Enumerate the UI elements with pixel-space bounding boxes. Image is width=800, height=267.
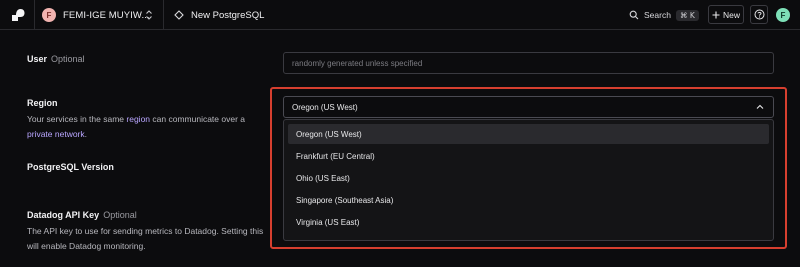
region-option[interactable]: Singapore (Southeast Asia) — [288, 190, 769, 210]
user-label-text: User — [27, 54, 48, 64]
private-network-link[interactable]: private network — [27, 129, 85, 139]
workspace-switcher[interactable]: F FEMI-IGE MUYIW... — [42, 0, 150, 30]
breadcrumb: New PostgreSQL — [174, 0, 264, 30]
datadog-label-text: Datadog API Key — [27, 210, 100, 220]
search-label: Search — [644, 10, 671, 20]
divider — [163, 0, 164, 30]
region-option[interactable]: Ohio (US East) — [288, 168, 769, 188]
chevron-up-icon — [756, 104, 764, 109]
region-help-text: Your services in the same region can com… — [27, 112, 277, 142]
help-button[interactable] — [750, 5, 768, 24]
region-select[interactable]: Oregon (US West) — [283, 96, 774, 118]
user-input-placeholder: randomly generated unless specified — [292, 58, 423, 68]
datadog-label: Datadog API Key Optional — [27, 210, 137, 220]
region-help-part: . — [84, 129, 88, 139]
help-icon — [754, 9, 764, 20]
workspace-avatar: F — [42, 8, 56, 22]
plus-icon — [712, 11, 720, 18]
region-label: Region — [27, 98, 58, 108]
chevron-up-down-icon[interactable] — [145, 9, 153, 21]
postgres-diamond-icon — [174, 10, 184, 20]
render-logo-icon[interactable] — [10, 7, 26, 23]
datadog-help-text: The API key to use for sending metrics t… — [27, 226, 264, 251]
region-option[interactable]: Frankfurt (EU Central) — [288, 146, 769, 166]
search-shortcut: ⌘ K — [675, 9, 699, 21]
postgres-version-label: PostgreSQL Version — [27, 162, 114, 172]
workspace-name: FEMI-IGE MUYIW... — [63, 9, 150, 21]
user-input[interactable]: randomly generated unless specified — [283, 52, 774, 74]
region-help-part: can communicate over a — [152, 114, 246, 124]
region-dropdown: Oregon (US West) Frankfurt (EU Central) … — [283, 119, 774, 241]
top-bar: F FEMI-IGE MUYIW... New PostgreSQL Searc… — [0, 0, 800, 30]
new-button-label: New — [722, 9, 740, 20]
region-option[interactable]: Virginia (US East) — [288, 212, 769, 232]
region-link[interactable]: region — [126, 114, 150, 124]
user-optional-tag: Optional — [51, 54, 85, 64]
region-selected-value: Oregon (US West) — [292, 102, 358, 112]
page-title: New PostgreSQL — [191, 9, 265, 21]
region-help-part: Your services in the same — [27, 114, 125, 124]
datadog-optional-tag: Optional — [103, 210, 137, 220]
search-icon — [629, 10, 639, 20]
region-option[interactable]: Oregon (US West) — [288, 124, 769, 144]
search-button[interactable]: Search ⌘ K — [629, 0, 699, 30]
user-avatar[interactable]: F — [776, 8, 790, 22]
new-button[interactable]: New — [708, 5, 744, 24]
user-label: User Optional — [27, 54, 85, 64]
divider — [34, 0, 35, 30]
